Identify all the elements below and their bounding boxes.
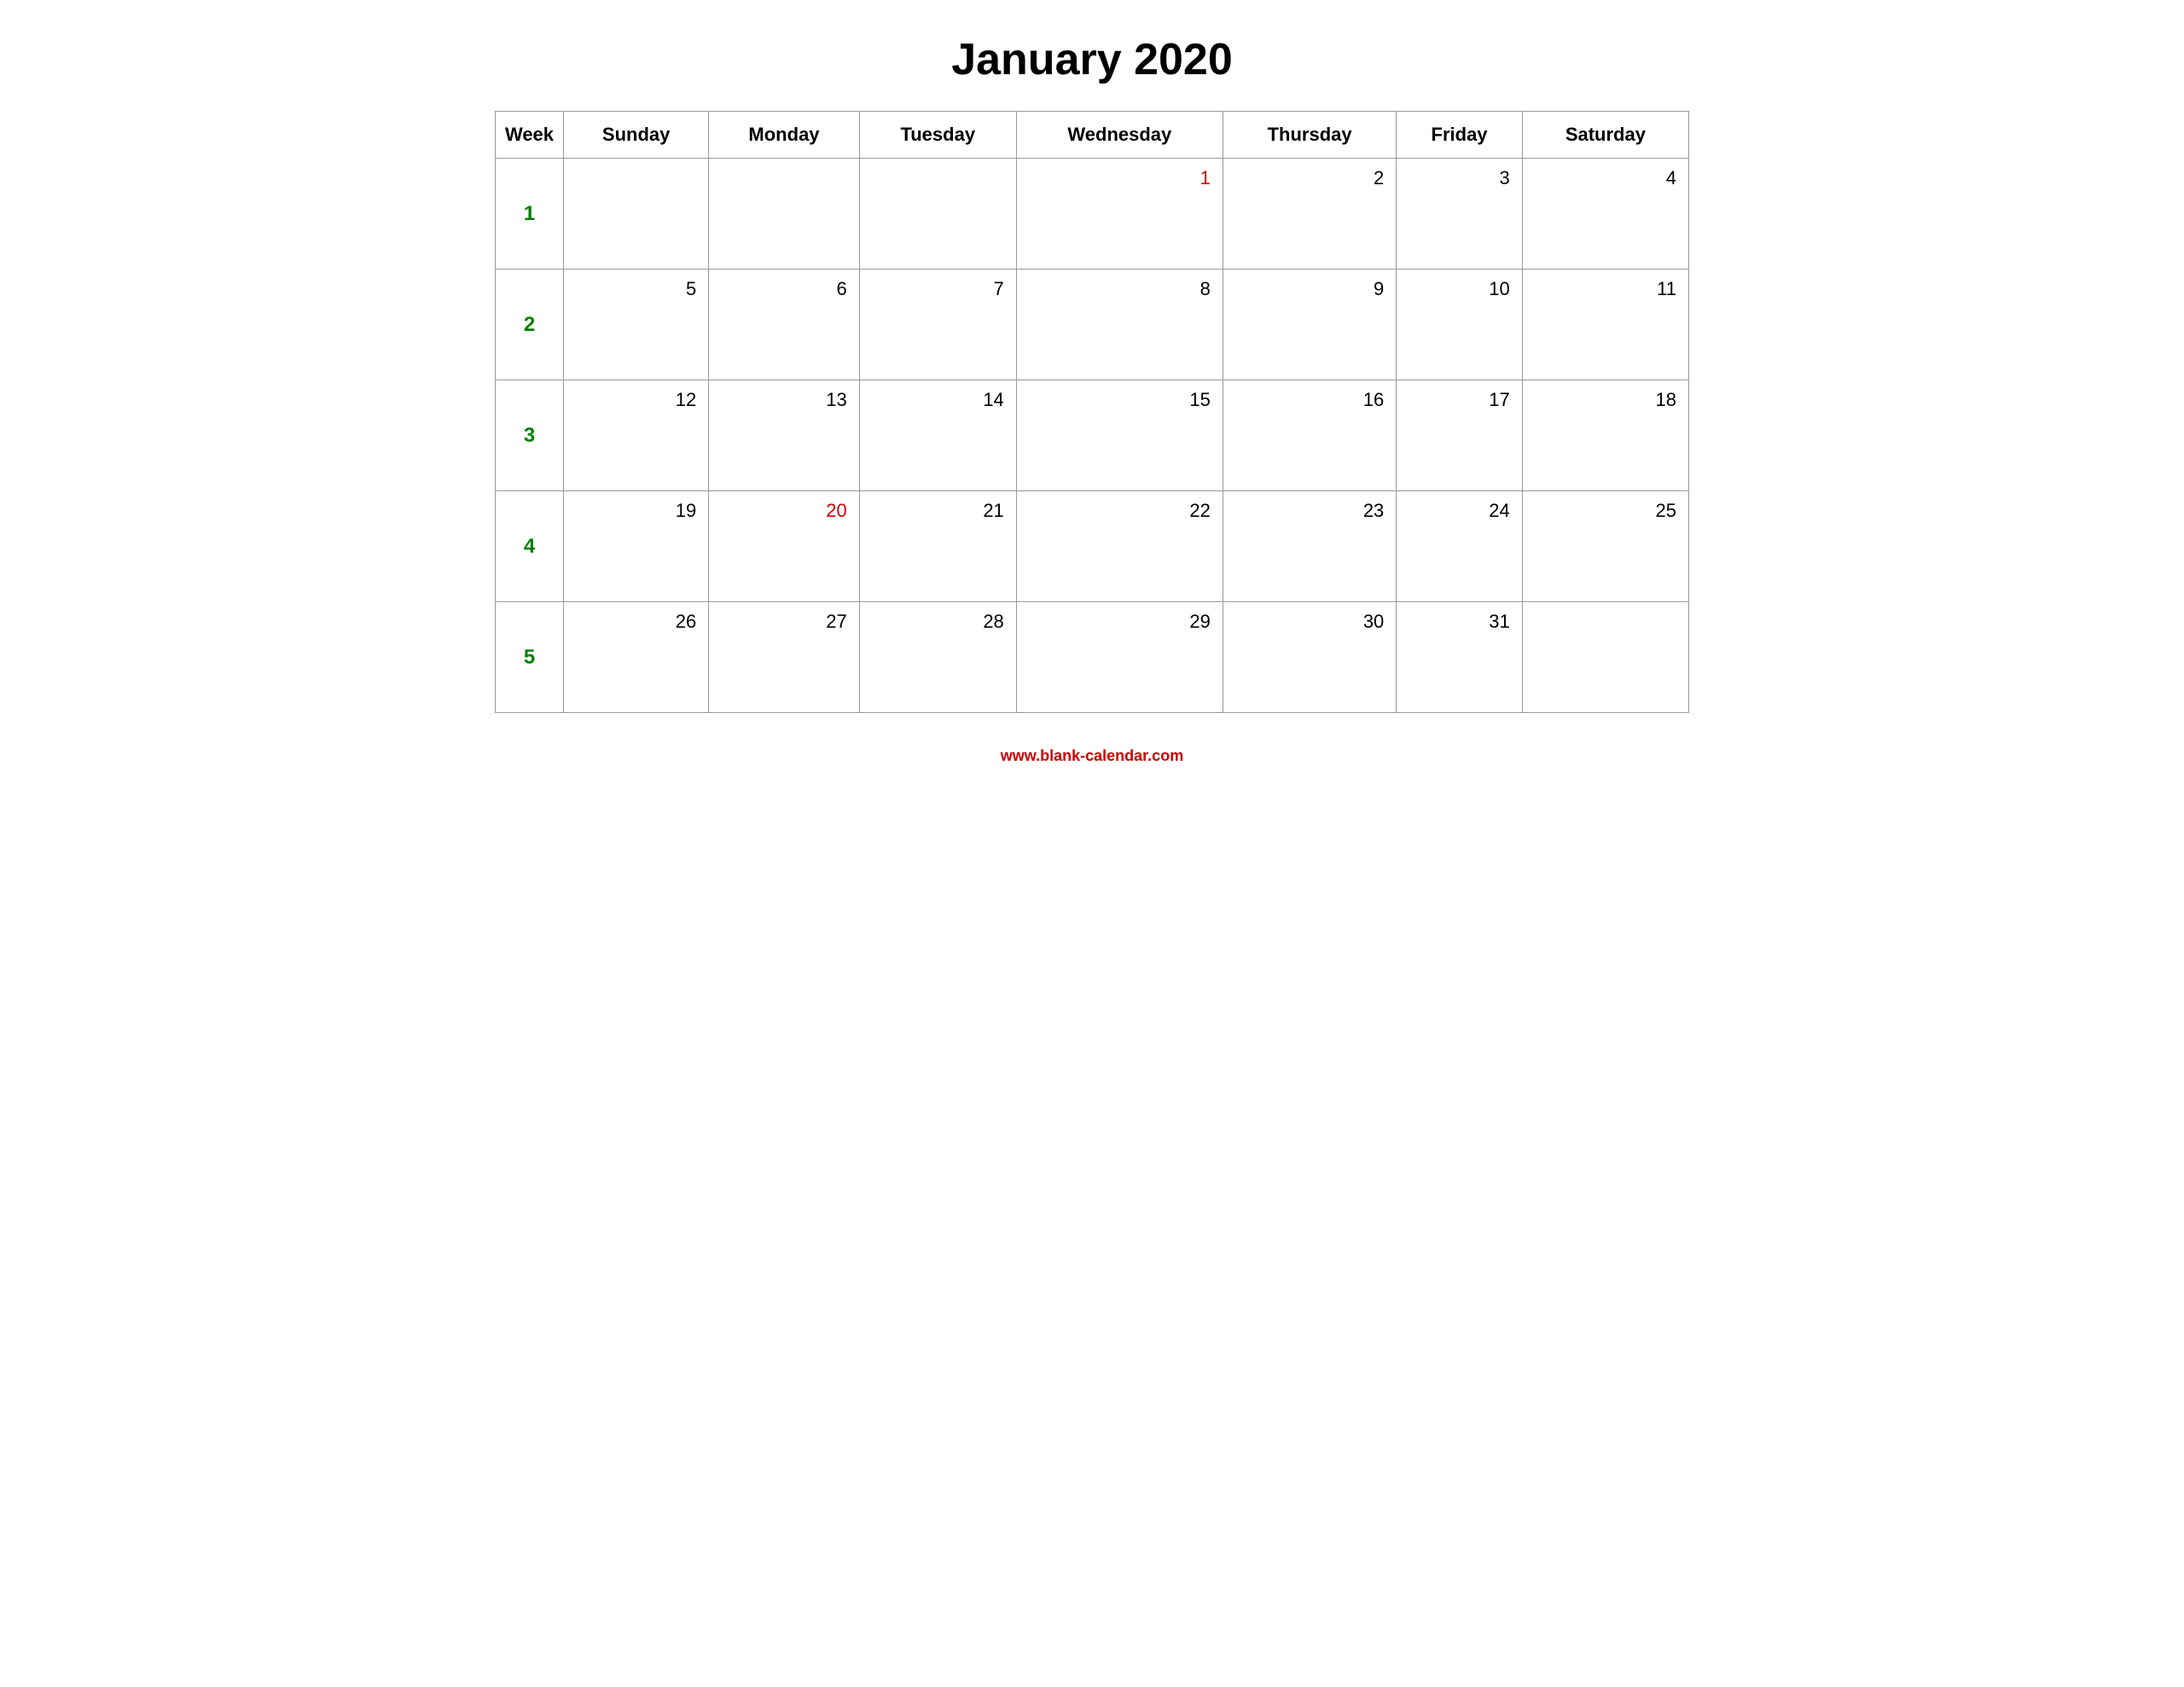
day-cell-week4-2: 21 [859, 491, 1016, 602]
week-row-4: 419202122232425 [496, 491, 1689, 602]
day-cell-week2-4: 9 [1223, 270, 1396, 380]
day-cell-week3-6: 18 [1522, 380, 1688, 491]
week-number-2: 2 [496, 270, 564, 380]
day-cell-week2-5: 10 [1397, 270, 1522, 380]
week-row-5: 5262728293031 [496, 602, 1689, 713]
col-header-sunday: Sunday [564, 112, 709, 159]
week-number-4: 4 [496, 491, 564, 602]
day-cell-week5-5: 31 [1397, 602, 1522, 713]
day-cell-week2-1: 6 [709, 270, 859, 380]
col-header-friday: Friday [1397, 112, 1522, 159]
day-cell-week3-3: 15 [1016, 380, 1223, 491]
day-cell-week1-6: 4 [1522, 159, 1688, 270]
footer-link[interactable]: www.blank-calendar.com [1001, 747, 1183, 765]
calendar-wrapper: WeekSundayMondayTuesdayWednesdayThursday… [495, 111, 1689, 713]
day-cell-week5-2: 28 [859, 602, 1016, 713]
day-cell-week5-1: 27 [709, 602, 859, 713]
day-cell-week5-0: 26 [564, 602, 709, 713]
col-header-thursday: Thursday [1223, 112, 1396, 159]
col-header-monday: Monday [709, 112, 859, 159]
week-row-3: 312131415161718 [496, 380, 1689, 491]
day-cell-week1-3: 1 [1016, 159, 1223, 270]
day-cell-week3-2: 14 [859, 380, 1016, 491]
day-cell-week3-4: 16 [1223, 380, 1396, 491]
day-cell-week4-5: 24 [1397, 491, 1522, 602]
week-row-2: 2567891011 [496, 270, 1689, 380]
day-cell-week4-1: 20 [709, 491, 859, 602]
page-title: January 2020 [951, 34, 1233, 85]
day-cell-week4-3: 22 [1016, 491, 1223, 602]
day-cell-week2-6: 11 [1522, 270, 1688, 380]
day-cell-week1-0 [564, 159, 709, 270]
day-cell-week3-5: 17 [1397, 380, 1522, 491]
day-cell-week4-4: 23 [1223, 491, 1396, 602]
day-cell-week1-2 [859, 159, 1016, 270]
day-cell-week3-1: 13 [709, 380, 859, 491]
day-cell-week4-6: 25 [1522, 491, 1688, 602]
col-header-saturday: Saturday [1522, 112, 1688, 159]
calendar-table: WeekSundayMondayTuesdayWednesdayThursday… [495, 111, 1689, 713]
day-cell-week1-5: 3 [1397, 159, 1522, 270]
week-number-1: 1 [496, 159, 564, 270]
day-cell-week2-3: 8 [1016, 270, 1223, 380]
day-cell-week2-0: 5 [564, 270, 709, 380]
week-number-3: 3 [496, 380, 564, 491]
day-cell-week1-1 [709, 159, 859, 270]
col-header-wednesday: Wednesday [1016, 112, 1223, 159]
day-cell-week5-3: 29 [1016, 602, 1223, 713]
day-cell-week4-0: 19 [564, 491, 709, 602]
day-cell-week5-6 [1522, 602, 1688, 713]
day-cell-week3-0: 12 [564, 380, 709, 491]
col-header-tuesday: Tuesday [859, 112, 1016, 159]
day-cell-week5-4: 30 [1223, 602, 1396, 713]
week-number-5: 5 [496, 602, 564, 713]
day-cell-week2-2: 7 [859, 270, 1016, 380]
week-row-1: 11234 [496, 159, 1689, 270]
col-header-week: Week [496, 112, 564, 159]
header-row: WeekSundayMondayTuesdayWednesdayThursday… [496, 112, 1689, 159]
day-cell-week1-4: 2 [1223, 159, 1396, 270]
